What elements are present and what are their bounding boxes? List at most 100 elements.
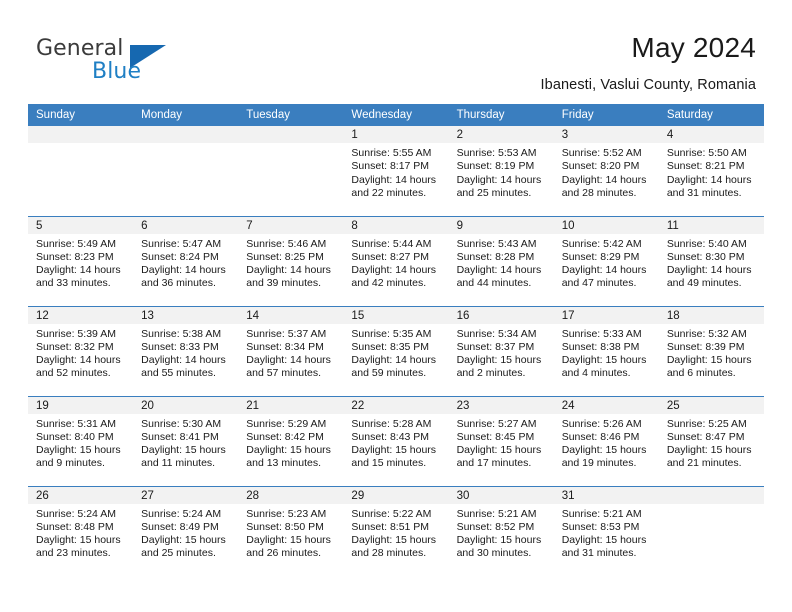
daylight-text-line1: Daylight: 14 hours: [246, 264, 331, 277]
calendar-week-row: 19 Sunrise: 5:31 AM Sunset: 8:40 PM Dayligh…: [28, 395, 764, 486]
calendar-day-cell[interactable]: 17 Sunrise: 5:33 AM Sunset: 8:38 PM Dayligh…: [553, 305, 659, 396]
calendar-week-row: 5 Sunrise: 5:49 AM Sunset: 8:23 PM Daylight…: [28, 215, 764, 306]
day-details: Sunrise: 5:31 AM Sunset: 8:40 PM Daylight:…: [28, 414, 133, 471]
calendar-day-cell[interactable]: 2 Sunrise: 5:53 AM Sunset: 8:19 PM Daylight…: [448, 126, 554, 216]
sunset-text: Sunset: 8:27 PM: [351, 250, 430, 263]
sunrise-text: Sunrise: 5:22 AM: [351, 507, 432, 520]
calendar-cell-empty: [133, 126, 239, 216]
daylight-text-line1: Daylight: 14 hours: [666, 264, 752, 277]
calendar-day-cell[interactable]: 20 Sunrise: 5:30 AM Sunset: 8:41 PM Dayligh…: [133, 395, 239, 486]
sunset-text: Sunset: 8:25 PM: [246, 250, 324, 263]
calendar-day-cell[interactable]: 30 Sunrise: 5:21 AM Sunset: 8:52 PM Dayligh…: [448, 485, 554, 576]
daylight-text-line2: and 33 minutes.: [36, 277, 111, 290]
day-details: Sunrise: 5:33 AM Sunset: 8:38 PM Daylight:…: [554, 324, 659, 381]
calendar-day-cell[interactable]: 9 Sunrise: 5:43 AM Sunset: 8:28 PM Daylight…: [448, 215, 554, 306]
day-details: Sunrise: 5:42 AM Sunset: 8:29 PM Daylight:…: [554, 234, 659, 291]
sunrise-text: Sunrise: 5:52 AM: [561, 147, 642, 159]
day-details: Sunrise: 5:23 AM Sunset: 8:50 PM Daylight:…: [238, 504, 343, 561]
sunset-text: Sunset: 8:23 PM: [36, 250, 114, 263]
daylight-text-line1: Daylight: 14 hours: [456, 173, 542, 186]
day-number: 18: [658, 306, 764, 324]
day-number: 16: [448, 306, 554, 324]
daylight-text-line2: and 42 minutes.: [351, 277, 427, 290]
sunset-text: Sunset: 8:30 PM: [666, 250, 745, 263]
calendar-day-cell[interactable]: 15 Sunrise: 5:35 AM Sunset: 8:35 PM Dayligh…: [343, 305, 449, 396]
calendar-day-cell[interactable]: 24 Sunrise: 5:26 AM Sunset: 8:46 PM Dayligh…: [553, 395, 659, 486]
calendar-day-cell[interactable]: 25 Sunrise: 5:25 AM Sunset: 8:47 PM Dayligh…: [658, 395, 764, 486]
sunrise-text: Sunrise: 5:24 AM: [141, 507, 222, 520]
sunset-text: Sunset: 8:29 PM: [561, 250, 640, 263]
day-number: 5: [28, 216, 134, 234]
daylight-text-line1: Daylight: 15 hours: [561, 444, 647, 457]
daylight-text-line1: Daylight: 15 hours: [456, 354, 542, 367]
day-number: 1: [343, 126, 449, 143]
calendar-day-cell[interactable]: 29 Sunrise: 5:22 AM Sunset: 8:51 PM Dayligh…: [343, 485, 449, 576]
daylight-text-line2: and 39 minutes.: [246, 277, 321, 290]
calendar-day-cell[interactable]: 14 Sunrise: 5:37 AM Sunset: 8:34 PM Dayligh…: [238, 305, 344, 396]
calendar-day-cell[interactable]: 27 Sunrise: 5:24 AM Sunset: 8:49 PM Dayligh…: [133, 485, 239, 576]
day-number: 26: [28, 486, 134, 504]
sunrise-text: Sunrise: 5:39 AM: [36, 327, 116, 340]
day-number: 30: [448, 486, 554, 504]
calendar-day-cell[interactable]: 18 Sunrise: 5:32 AM Sunset: 8:39 PM Dayligh…: [658, 305, 764, 396]
calendar-day-cell[interactable]: 26 Sunrise: 5:24 AM Sunset: 8:48 PM Dayligh…: [28, 485, 134, 576]
daylight-text-line1: Daylight: 15 hours: [561, 534, 647, 547]
calendar-day-cell[interactable]: 5 Sunrise: 5:49 AM Sunset: 8:23 PM Daylight…: [28, 215, 134, 306]
calendar-day-cell[interactable]: 31 Sunrise: 5:21 AM Sunset: 8:53 PM Dayligh…: [553, 485, 659, 576]
day-details: Sunrise: 5:24 AM Sunset: 8:49 PM Daylight:…: [133, 504, 238, 561]
sunrise-text: Sunrise: 5:21 AM: [456, 507, 537, 520]
calendar-day-cell[interactable]: 16 Sunrise: 5:34 AM Sunset: 8:37 PM Dayligh…: [448, 305, 554, 396]
calendar-day-cell[interactable]: 7 Sunrise: 5:46 AM Sunset: 8:25 PM Daylight…: [238, 215, 344, 306]
daylight-text-line2: and 6 minutes.: [666, 367, 736, 380]
calendar-day-cell[interactable]: 12 Sunrise: 5:39 AM Sunset: 8:32 PM Dayligh…: [28, 305, 134, 396]
brand-logo[interactable]: General Blue: [36, 36, 246, 86]
calendar-day-cell[interactable]: 28 Sunrise: 5:23 AM Sunset: 8:50 PM Dayligh…: [238, 485, 344, 576]
daylight-text-line1: Daylight: 14 hours: [141, 354, 226, 367]
calendar-day-cell[interactable]: 19 Sunrise: 5:31 AM Sunset: 8:40 PM Dayligh…: [28, 395, 134, 486]
daylight-text-line1: Daylight: 15 hours: [456, 444, 542, 457]
sunset-text: Sunset: 8:19 PM: [456, 160, 535, 173]
calendar-day-cell[interactable]: 1 Sunrise: 5:55 AM Sunset: 8:17 PM Daylight…: [343, 126, 449, 216]
calendar-day-cell[interactable]: 8 Sunrise: 5:44 AM Sunset: 8:27 PM Daylight…: [343, 215, 449, 306]
sunrise-text: Sunrise: 5:43 AM: [456, 237, 537, 250]
day-number: 25: [658, 396, 764, 414]
calendar-day-cell[interactable]: 23 Sunrise: 5:27 AM Sunset: 8:45 PM Dayligh…: [448, 395, 554, 486]
calendar-cell-empty: [658, 485, 764, 576]
sunset-text: Sunset: 8:20 PM: [561, 160, 640, 173]
daylight-text-line2: and 23 minutes.: [36, 547, 111, 560]
page-header: General Blue May 2024 Ibanesti, Vaslui C…: [0, 0, 792, 100]
sunrise-text: Sunrise: 5:38 AM: [141, 327, 222, 340]
calendar-day-cell[interactable]: 11 Sunrise: 5:40 AM Sunset: 8:30 PM Dayligh…: [658, 215, 764, 306]
daylight-text-line2: and 57 minutes.: [246, 367, 321, 380]
calendar-cell-empty: [28, 126, 134, 216]
weekday-header-sunday: Sunday: [28, 104, 134, 126]
calendar-day-cell[interactable]: 21 Sunrise: 5:29 AM Sunset: 8:42 PM Dayligh…: [238, 395, 344, 486]
calendar-day-cell[interactable]: 6 Sunrise: 5:47 AM Sunset: 8:24 PM Daylight…: [133, 215, 239, 306]
daylight-text-line1: Daylight: 14 hours: [36, 264, 121, 277]
daylight-text-line2: and 44 minutes.: [456, 277, 532, 290]
sunrise-text: Sunrise: 5:27 AM: [456, 417, 537, 430]
calendar-body: 1 Sunrise: 5:55 AM Sunset: 8:17 PM Daylight…: [28, 126, 764, 576]
calendar-day-cell[interactable]: 3 Sunrise: 5:52 AM Sunset: 8:20 PM Daylight…: [553, 126, 659, 216]
daylight-text-line2: and 28 minutes.: [351, 547, 427, 560]
sunset-text: Sunset: 8:17 PM: [351, 160, 430, 173]
day-number: 19: [28, 396, 134, 414]
daylight-text-line1: Daylight: 14 hours: [666, 173, 752, 186]
calendar-day-cell[interactable]: 13 Sunrise: 5:38 AM Sunset: 8:33 PM Dayligh…: [133, 305, 239, 396]
brand-name-general: General: [36, 36, 124, 61]
calendar-day-cell[interactable]: 10 Sunrise: 5:42 AM Sunset: 8:29 PM Dayligh…: [553, 215, 659, 306]
sunset-text: Sunset: 8:49 PM: [141, 520, 219, 533]
day-number: 15: [343, 306, 449, 324]
day-number: 28: [238, 486, 344, 504]
sunrise-text: Sunrise: 5:31 AM: [36, 417, 116, 430]
daylight-text-line2: and 49 minutes.: [666, 277, 742, 290]
daylight-text-line1: Daylight: 15 hours: [351, 534, 437, 547]
sunrise-text: Sunrise: 5:47 AM: [141, 237, 222, 250]
daylight-text-line2: and 55 minutes.: [141, 367, 216, 380]
daylight-text-line2: and 31 minutes.: [561, 547, 637, 560]
calendar-day-cell[interactable]: 4 Sunrise: 5:50 AM Sunset: 8:21 PM Daylight…: [658, 126, 764, 216]
calendar-day-cell[interactable]: 22 Sunrise: 5:28 AM Sunset: 8:43 PM Dayligh…: [343, 395, 449, 486]
sunrise-text: Sunrise: 5:28 AM: [351, 417, 432, 430]
day-details: Sunrise: 5:37 AM Sunset: 8:34 PM Daylight:…: [238, 324, 343, 381]
day-number: 14: [238, 306, 344, 324]
